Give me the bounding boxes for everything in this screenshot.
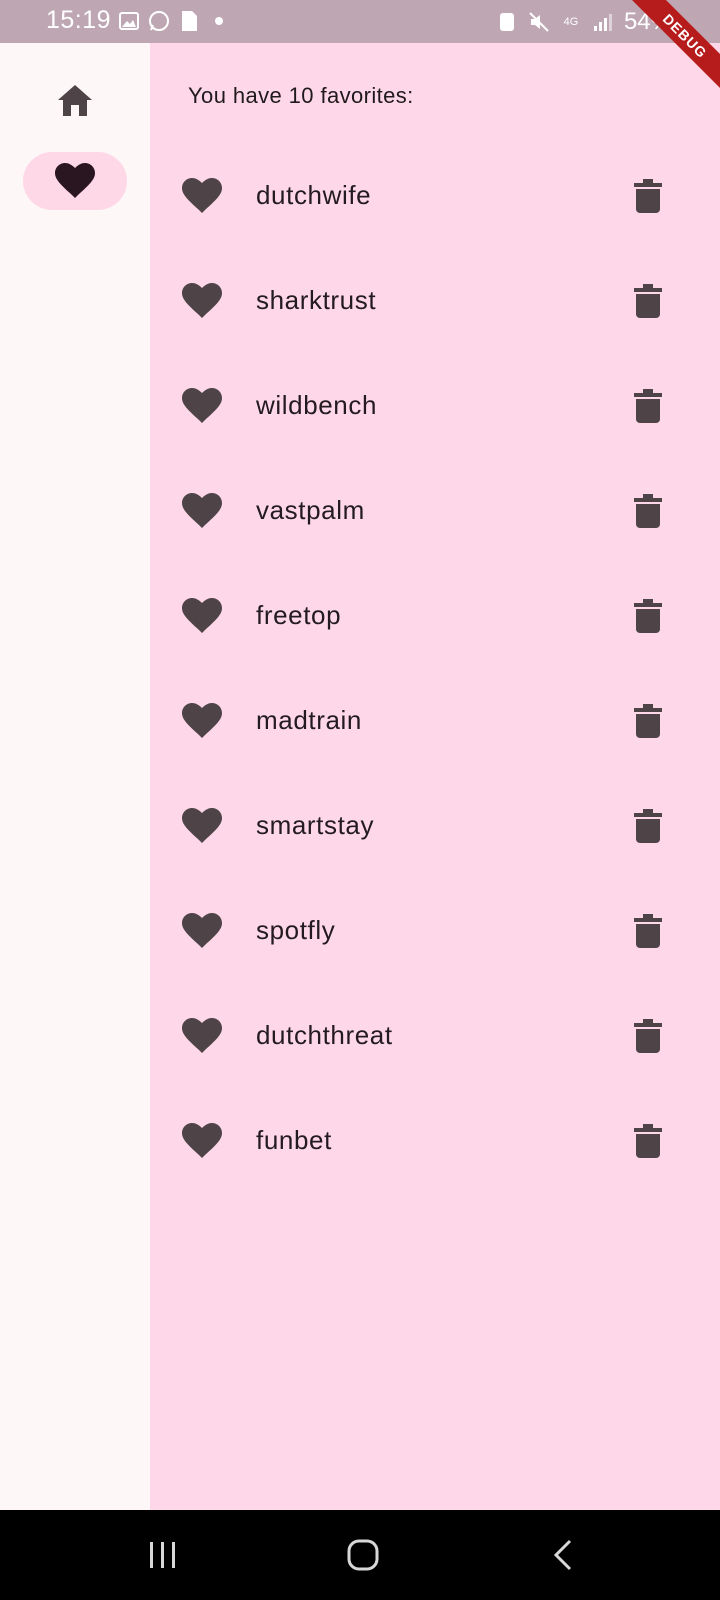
trash-icon (634, 284, 662, 318)
heart-icon (182, 1018, 222, 1054)
trash-icon (634, 179, 662, 213)
trash-icon (634, 914, 662, 948)
whatsapp-icon (148, 10, 170, 32)
trash-icon (634, 704, 662, 738)
heart-icon (182, 808, 222, 844)
nav-home-button[interactable] (52, 77, 98, 123)
favorites-count-text: You have 10 favorites: (188, 83, 414, 108)
delete-button[interactable] (632, 388, 664, 424)
back-icon (553, 1539, 572, 1571)
list-item[interactable]: vastpalm (150, 459, 720, 564)
delete-button[interactable] (632, 1123, 664, 1159)
delete-button[interactable] (632, 598, 664, 634)
favorite-label: smartstay (256, 810, 375, 840)
notification-icons (118, 10, 230, 32)
favorite-label: wildbench (256, 390, 378, 420)
list-item[interactable]: dutchwife (150, 144, 720, 249)
home-circle-icon (347, 1539, 379, 1571)
mute-icon (528, 11, 550, 33)
nav-favorites-button[interactable] (23, 152, 127, 210)
list-item[interactable]: freetop (150, 564, 720, 669)
status-bar: 15:19 4G 54% (0, 0, 720, 43)
trash-icon (634, 1019, 662, 1053)
list-item[interactable]: sharktrust (150, 249, 720, 354)
list-item[interactable]: funbet (150, 1089, 720, 1194)
heart-icon (182, 388, 222, 424)
delete-button[interactable] (632, 283, 664, 319)
heart-icon (182, 493, 222, 529)
trash-icon (634, 809, 662, 843)
recents-button[interactable] (143, 1535, 183, 1575)
system-navigation-bar (0, 1510, 720, 1600)
list-item[interactable]: smartstay (150, 774, 720, 879)
delete-button[interactable] (632, 493, 664, 529)
favorite-label: madtrain (256, 705, 362, 735)
delete-button[interactable] (632, 703, 664, 739)
trash-icon (634, 599, 662, 633)
delete-button[interactable] (632, 913, 664, 949)
trash-icon (634, 1124, 662, 1158)
trash-icon (634, 389, 662, 423)
favorite-label: dutchthreat (256, 1020, 393, 1050)
list-item[interactable]: wildbench (150, 354, 720, 459)
list-item[interactable]: spotfly (150, 879, 720, 984)
heart-icon (182, 913, 222, 949)
file-icon (178, 10, 200, 32)
signal-icon (592, 11, 614, 33)
trash-icon (634, 494, 662, 528)
favorite-label: sharktrust (256, 285, 377, 315)
favorite-label: vastpalm (256, 495, 365, 525)
home-nav-button[interactable] (343, 1535, 383, 1575)
recents-icon (150, 1542, 175, 1568)
favorite-label: freetop (256, 600, 342, 630)
list-item[interactable]: dutchthreat (150, 984, 720, 1089)
heart-icon (182, 598, 222, 634)
favorites-list: dutchwife sharktrust wildbench vastpalm free… (150, 144, 720, 1194)
delete-button[interactable] (632, 178, 664, 214)
dot-icon (208, 10, 230, 32)
heart-icon (182, 283, 222, 319)
favorite-label: dutchwife (256, 180, 372, 210)
status-time: 15:19 (46, 6, 112, 34)
favorite-label: funbet (256, 1125, 332, 1155)
nfc-icon (496, 11, 518, 33)
heart-icon (182, 703, 222, 739)
home-icon (58, 85, 92, 116)
heart-icon (55, 163, 95, 198)
delete-button[interactable] (632, 1018, 664, 1054)
heart-icon (182, 1123, 222, 1159)
delete-button[interactable] (632, 808, 664, 844)
favorite-label: spotfly (256, 915, 336, 945)
favorites-page: You have 10 favorites: dutchwife sharktru… (150, 43, 720, 1510)
network-type-icon: 4G (563, 16, 579, 28)
list-item[interactable]: madtrain (150, 669, 720, 774)
navigation-rail (0, 43, 150, 1510)
back-button[interactable] (543, 1535, 583, 1575)
gallery-icon (118, 10, 140, 32)
heart-icon (182, 178, 222, 214)
